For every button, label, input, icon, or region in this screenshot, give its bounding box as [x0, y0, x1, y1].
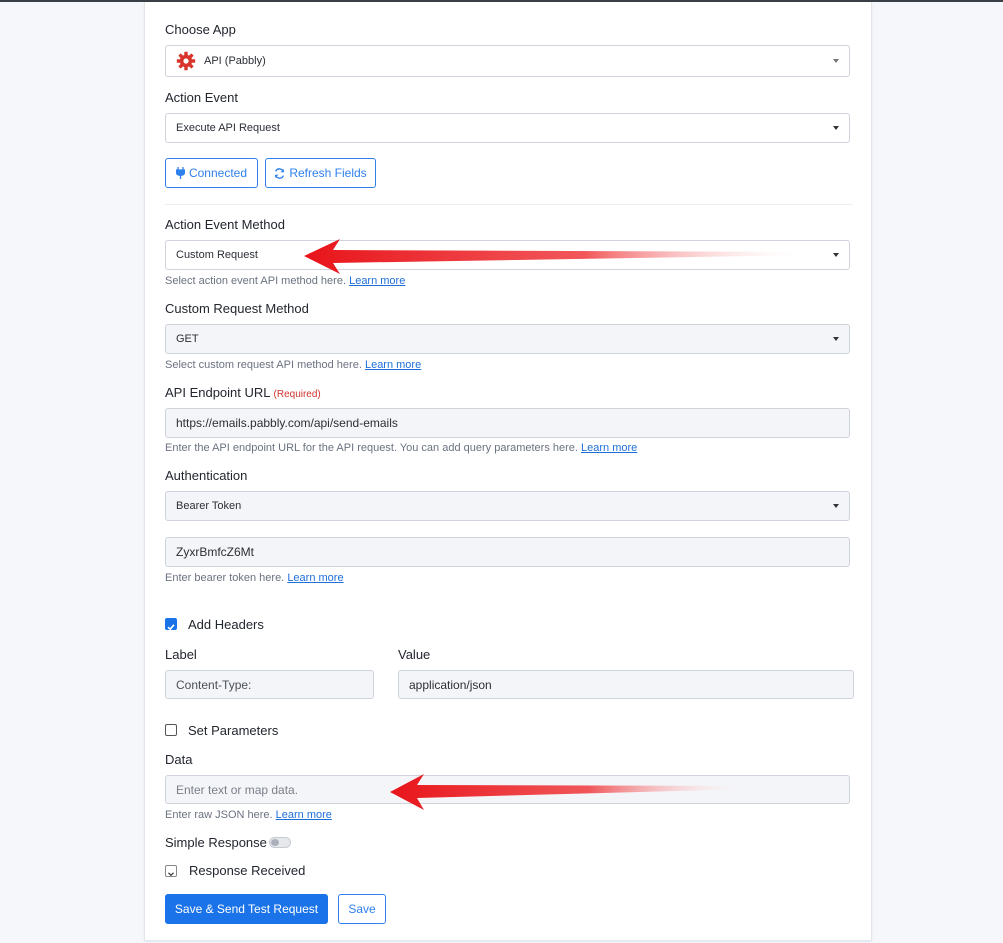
data-placeholder: Enter text or map data. [176, 782, 299, 797]
help-text: Enter the API endpoint URL for the API r… [165, 442, 578, 454]
chevron-down-icon [833, 504, 839, 508]
plug-icon [175, 167, 186, 179]
help-text: Enter raw JSON here. [165, 809, 273, 821]
simple-response-label: Simple Response [165, 835, 267, 850]
chevron-down-icon [833, 59, 839, 63]
gear-icon [176, 51, 196, 71]
learn-more-link[interactable]: Learn more [365, 359, 421, 371]
toggle-knob [271, 839, 279, 846]
data-help: Enter raw JSON here. Learn more [165, 809, 332, 821]
action-event-method-label: Action Event Method [165, 217, 285, 232]
action-event-value: Execute API Request [176, 122, 280, 134]
refresh-fields-label: Refresh Fields [289, 166, 367, 180]
authentication-value: Bearer Token [176, 500, 242, 512]
simple-response-toggle[interactable] [269, 837, 291, 848]
response-received-label: Response Received [189, 863, 306, 878]
annotation-arrow [390, 774, 751, 810]
connected-label: Connected [188, 166, 248, 180]
header-label-value: Content-Type: [176, 677, 252, 692]
bearer-token-value: ZyxrBmfcZ6Mt [176, 545, 254, 559]
refresh-fields-button[interactable]: Refresh Fields [265, 158, 376, 188]
authentication-label: Authentication [165, 468, 248, 483]
custom-request-method-label: Custom Request Method [165, 301, 309, 316]
action-event-select[interactable]: Execute API Request [165, 113, 850, 143]
header-value-input[interactable]: application/json [398, 670, 854, 699]
chevron-down-icon [833, 337, 839, 341]
header-label-input[interactable]: Content-Type: [165, 670, 374, 699]
endpoint-input[interactable]: https://emails.pabbly.com/api/send-email… [165, 408, 850, 438]
header-value-column: Value [398, 647, 431, 662]
section-divider [165, 204, 853, 205]
add-headers-label: Add Headers [188, 617, 264, 632]
learn-more-link[interactable]: Learn more [276, 809, 332, 821]
help-text: Select custom request API method here. [165, 359, 362, 371]
endpoint-label-text: API Endpoint URL [165, 385, 271, 400]
choose-app-label: Choose App [165, 22, 236, 37]
save-send-test-button[interactable]: Save & Send Test Request [165, 894, 328, 924]
connected-button[interactable]: Connected [165, 158, 258, 188]
chevron-down-icon [833, 126, 839, 130]
choose-app-value: API (Pabbly) [204, 55, 266, 67]
action-event-label: Action Event [165, 90, 238, 105]
endpoint-value: https://emails.pabbly.com/api/send-email… [176, 416, 398, 430]
set-parameters-label: Set Parameters [188, 723, 279, 738]
learn-more-link[interactable]: Learn more [287, 572, 343, 584]
endpoint-help: Enter the API endpoint URL for the API r… [165, 442, 637, 454]
authentication-select[interactable]: Bearer Token [165, 491, 850, 521]
data-label: Data [165, 752, 193, 767]
chevron-down-icon [168, 872, 174, 877]
set-parameters-checkbox[interactable] [165, 724, 177, 736]
learn-more-link[interactable]: Learn more [581, 442, 637, 454]
custom-request-method-select[interactable]: GET [165, 324, 850, 354]
required-badge: (Required) [273, 389, 321, 400]
bearer-token-help: Enter bearer token here. Learn more [165, 572, 344, 584]
custom-request-method-value: GET [176, 333, 199, 345]
help-text: Enter bearer token here. [165, 572, 285, 584]
header-label-column: Label [165, 647, 197, 662]
save-button[interactable]: Save [338, 894, 386, 924]
annotation-arrow [304, 239, 815, 274]
custom-request-method-help: Select custom request API method here. L… [165, 359, 421, 371]
action-event-method-value: Custom Request [176, 249, 258, 261]
endpoint-label: API Endpoint URL (Required) [165, 385, 321, 400]
chevron-down-icon [833, 253, 839, 257]
add-headers-checkbox[interactable] [165, 618, 177, 631]
header-value-value: application/json [409, 677, 492, 692]
choose-app-select[interactable]: API (Pabbly) [165, 45, 850, 77]
bearer-token-input[interactable]: ZyxrBmfcZ6Mt [165, 537, 850, 567]
refresh-icon [274, 167, 285, 179]
response-received-toggle[interactable] [165, 865, 177, 877]
check-icon [167, 624, 175, 631]
